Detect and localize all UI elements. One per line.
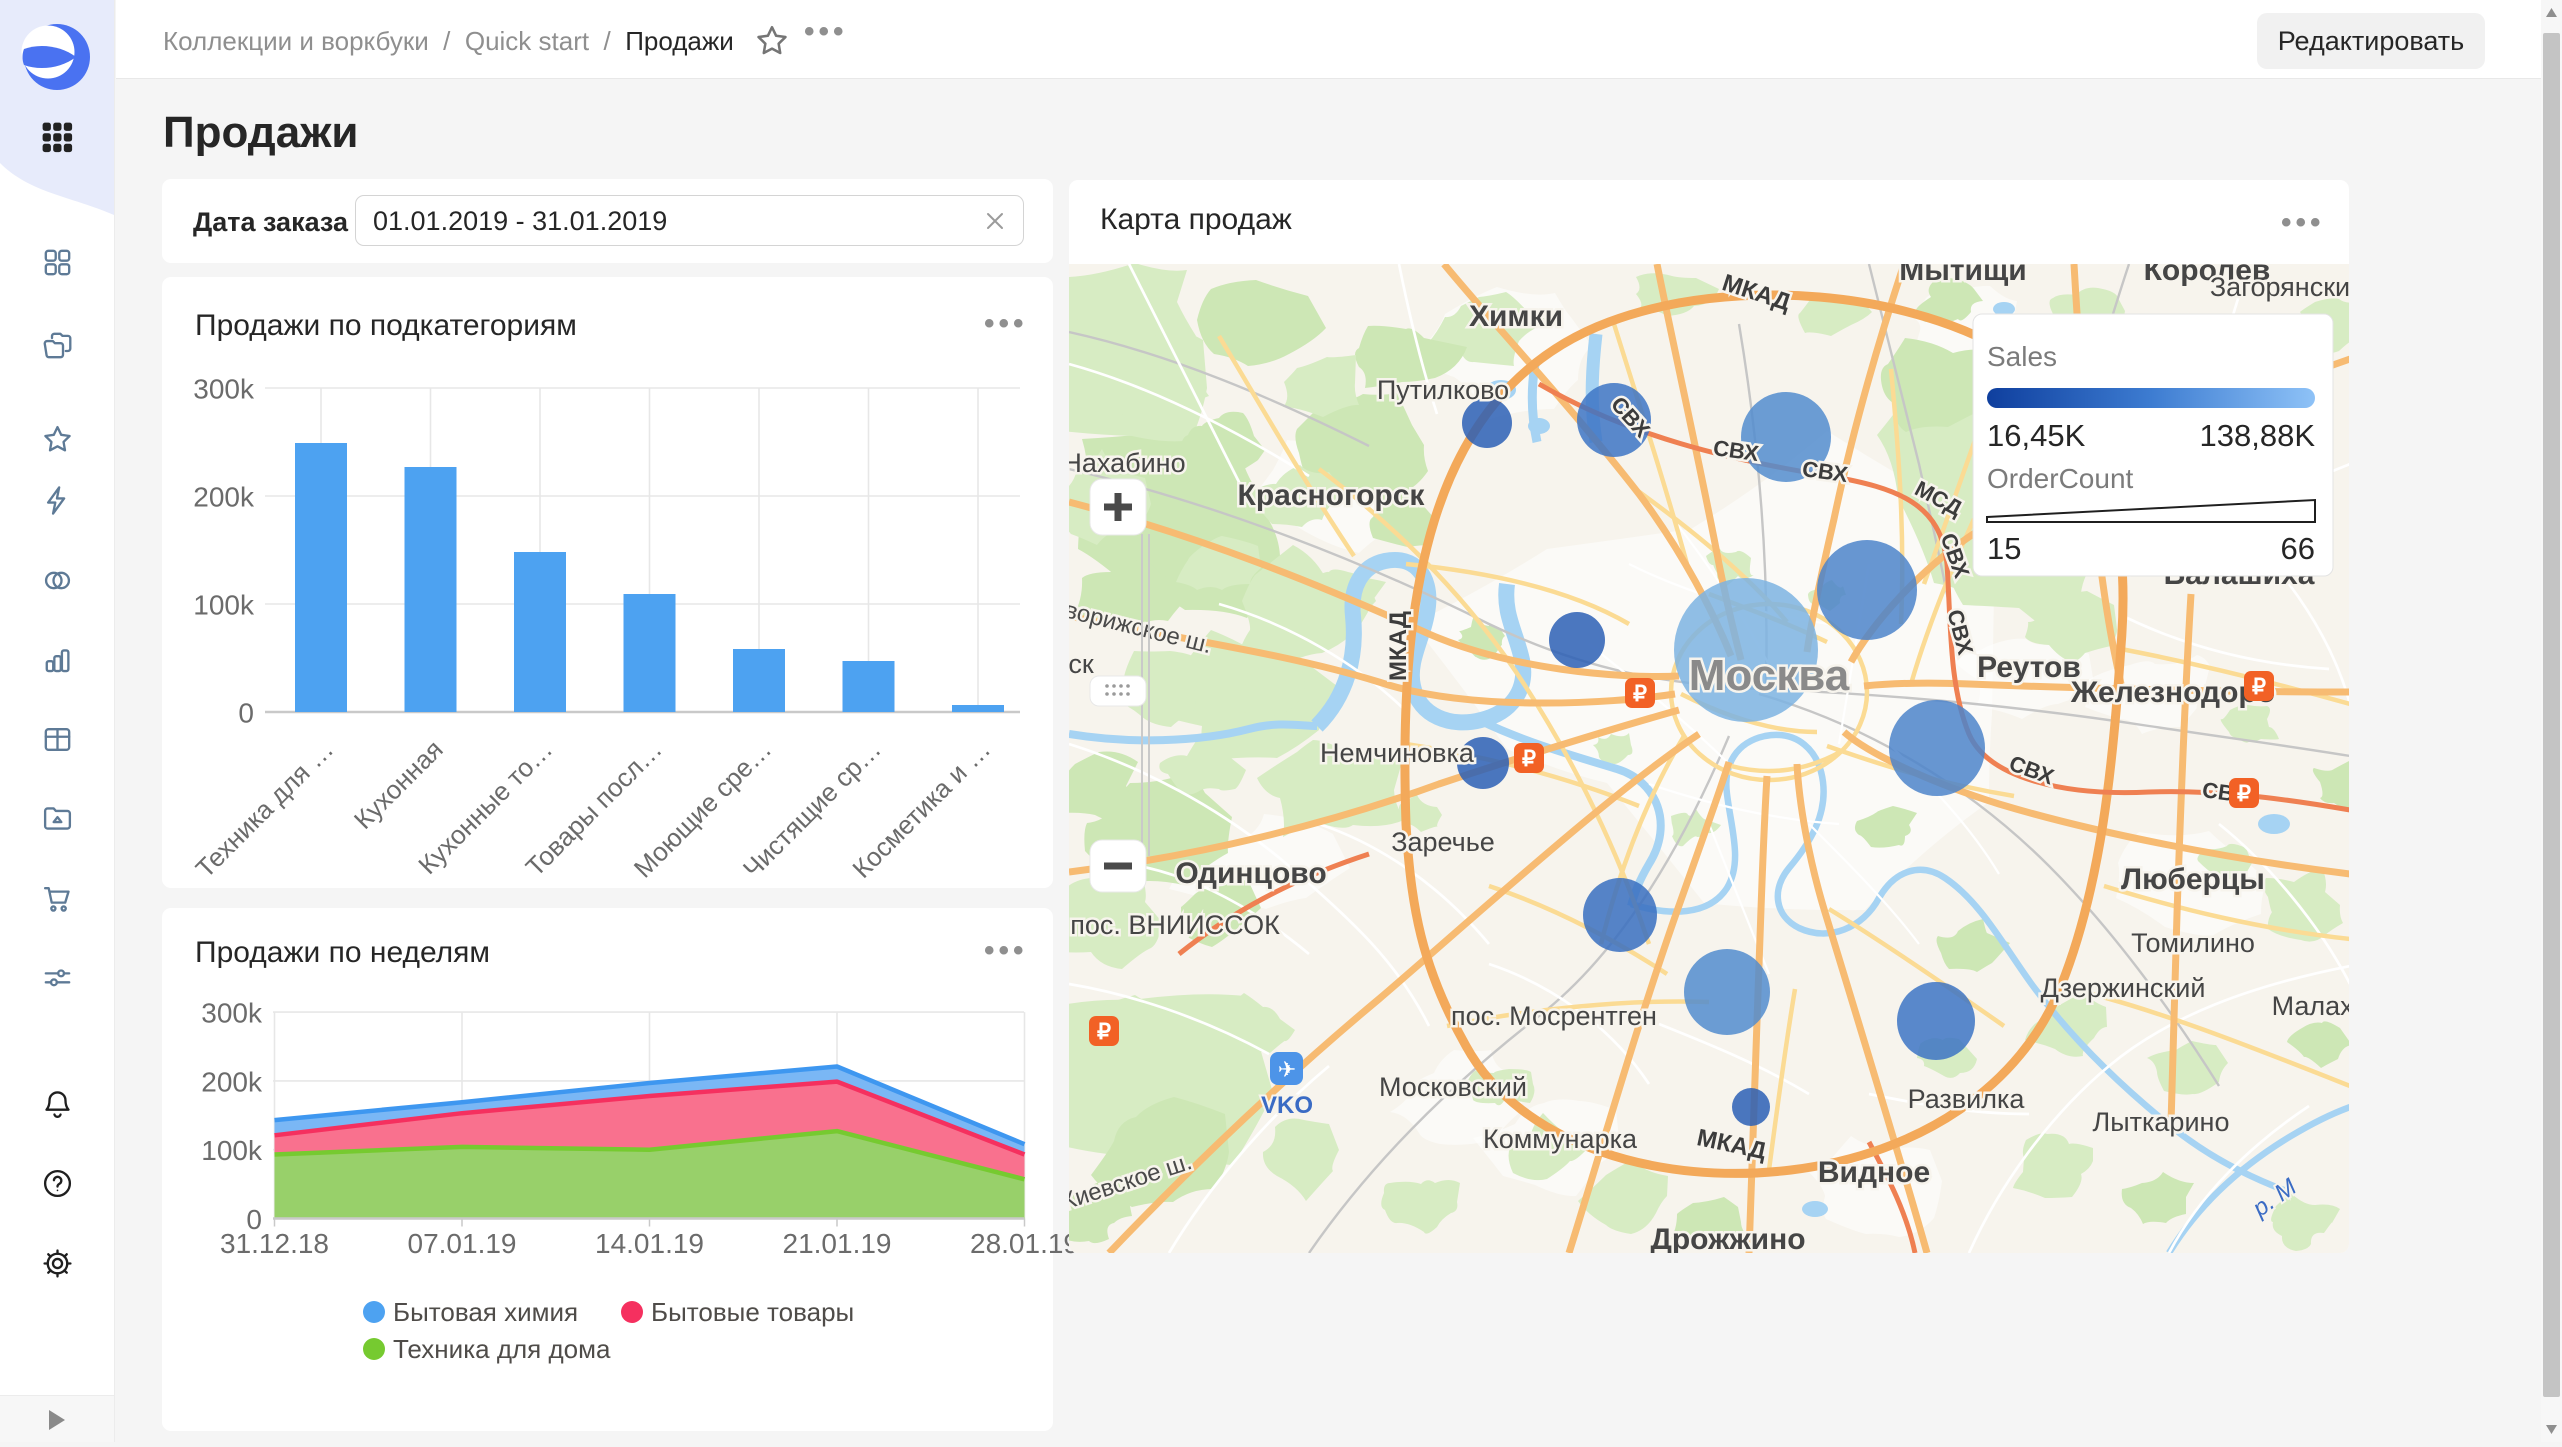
svg-text:Одинцово: Одинцово — [1175, 857, 1326, 890]
svg-text:100k: 100k — [201, 1135, 263, 1166]
svg-text:пос. Мосрентген: пос. Мосрентген — [1451, 1001, 1657, 1031]
svg-text:15: 15 — [1987, 531, 2021, 566]
svg-text:Коммунарка: Коммунарка — [1483, 1124, 1638, 1154]
svg-text:Развилка: Развилка — [1908, 1084, 2026, 1114]
svg-text:200k: 200k — [201, 1066, 263, 1097]
svg-text:07.01.19: 07.01.19 — [408, 1228, 517, 1259]
svg-text:300k: 300k — [201, 998, 263, 1029]
svg-text:₽: ₽ — [1633, 681, 1647, 706]
svg-text:Лыткарино: Лыткарино — [2093, 1107, 2230, 1137]
svg-text:Дзержинский: Дзержинский — [2041, 973, 2206, 1003]
svg-text:пос. ВНИИССОК: пос. ВНИИССОК — [1070, 910, 1280, 940]
svg-text:100k: 100k — [193, 590, 255, 621]
svg-text:Дрожжино: Дрожжино — [1650, 1223, 1805, 1253]
svg-text:28.01.19: 28.01.19 — [970, 1228, 1079, 1259]
svg-text:₽: ₽ — [2252, 674, 2266, 699]
svg-text:Видное: Видное — [1818, 1156, 1930, 1189]
svg-text:Москва: Москва — [1689, 651, 1850, 700]
svg-text:Химки: Химки — [1469, 300, 1563, 333]
svg-text:138,88K: 138,88K — [2200, 418, 2316, 453]
svg-text:₽: ₽ — [1097, 1019, 1111, 1044]
svg-text:300k: 300k — [193, 374, 255, 405]
svg-text:Томилино: Томилино — [2131, 928, 2255, 958]
svg-text:Реутов: Реутов — [1977, 651, 2081, 684]
svg-text:Немчиновка: Немчиновка — [1320, 738, 1475, 768]
svg-text:ск: ск — [1069, 649, 1094, 679]
svg-text:0: 0 — [238, 698, 254, 729]
svg-text:Техника для …: Техника для … — [190, 734, 340, 884]
svg-text:Путилково: Путилково — [1377, 375, 1509, 405]
svg-text:₽: ₽ — [1522, 746, 1536, 771]
svg-text:Мытищи: Мытищи — [1899, 264, 2027, 287]
svg-text:14.01.19: 14.01.19 — [595, 1228, 704, 1259]
svg-text:Загорянски: Загорянски — [2210, 272, 2349, 302]
svg-text:200k: 200k — [193, 482, 255, 513]
svg-text:66: 66 — [2281, 531, 2315, 566]
svg-text:Московский: Московский — [1379, 1072, 1527, 1102]
svg-text:VKO: VKO — [1261, 1092, 1313, 1119]
svg-text:МКАД: МКАД — [1385, 611, 1412, 681]
svg-text:Малахо: Малахо — [2272, 991, 2349, 1021]
svg-text:Красногорск: Красногорск — [1238, 479, 1426, 512]
svg-text:21.01.19: 21.01.19 — [783, 1228, 892, 1259]
svg-text:Sales: Sales — [1987, 341, 2057, 372]
svg-text:16,45K: 16,45K — [1987, 418, 2086, 453]
svg-text:✈: ✈ — [1278, 1057, 1296, 1082]
svg-text:Люберцы: Люберцы — [2121, 863, 2265, 896]
svg-text:₽: ₽ — [2237, 781, 2251, 806]
svg-text:Нахабино: Нахабино — [1069, 448, 1186, 478]
svg-text:31.12.18: 31.12.18 — [220, 1228, 329, 1259]
svg-text:Заречье: Заречье — [1391, 827, 1495, 857]
svg-text:OrderCount: OrderCount — [1987, 463, 2134, 494]
svg-text:Кухонная: Кухонная — [348, 734, 449, 835]
